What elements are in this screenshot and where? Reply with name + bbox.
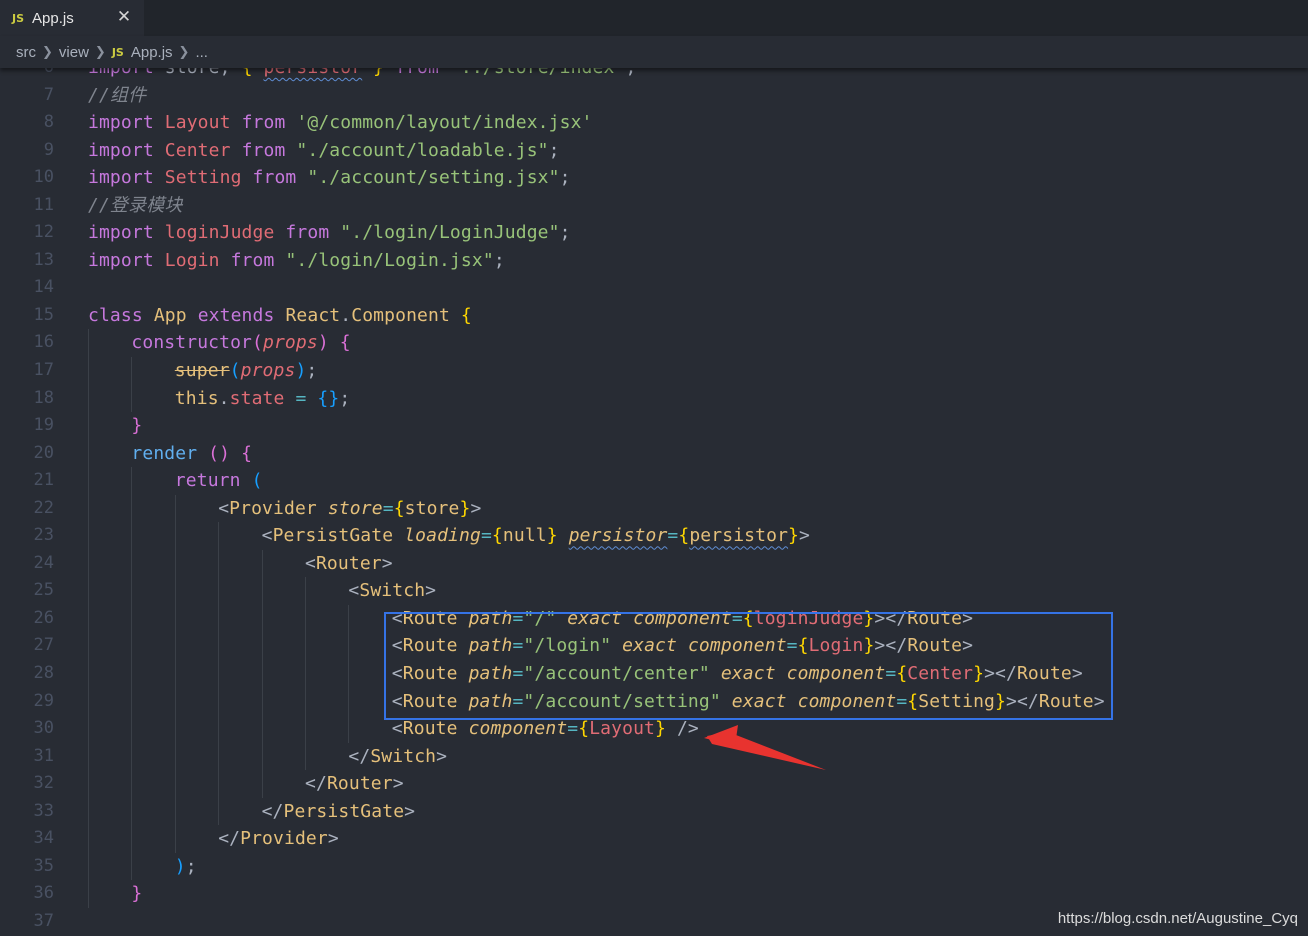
annotation-arrow xyxy=(704,725,826,770)
watermark: https://blog.csdn.net/Augustine_Cyq xyxy=(1057,910,1298,927)
